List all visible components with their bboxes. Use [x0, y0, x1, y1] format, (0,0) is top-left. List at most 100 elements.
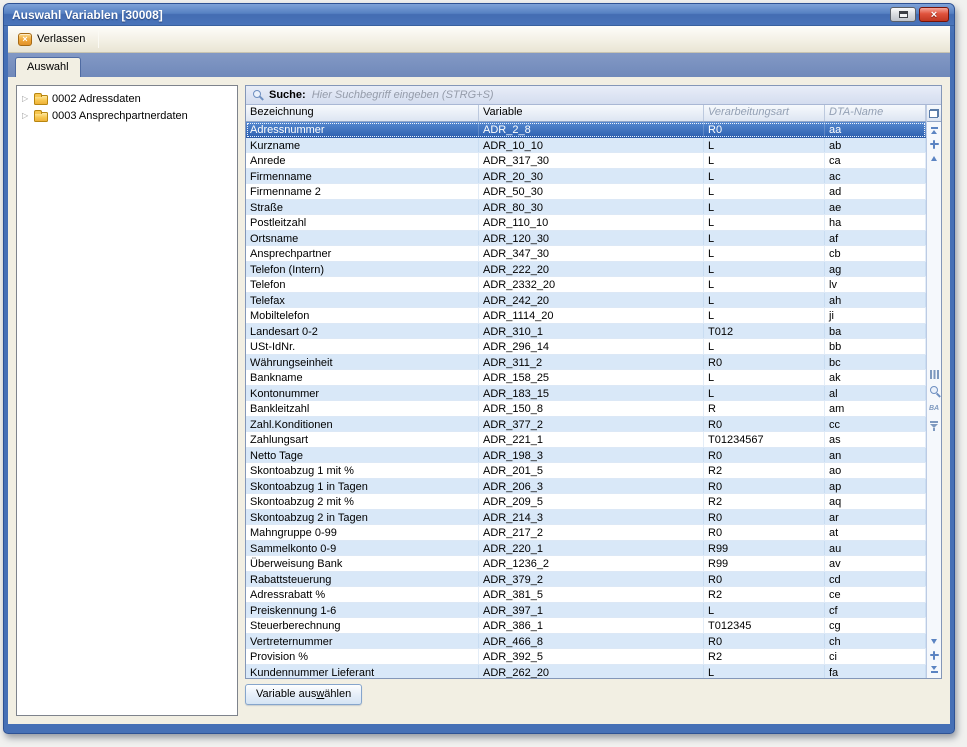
scroll-page-up-button[interactable]	[928, 138, 941, 150]
table-row[interactable]: AnsprechpartnerADR_347_30Lcb	[246, 246, 926, 262]
table-row[interactable]: KontonummerADR_183_15Lal	[246, 386, 926, 402]
table-row[interactable]: Zahl.KonditionenADR_377_2R0cc	[246, 417, 926, 433]
table-row[interactable]: Skontoabzug 1 in TagenADR_206_3R0ap	[246, 479, 926, 495]
table-row[interactable]: VertreternummerADR_466_8R0ch	[246, 634, 926, 650]
column-header-0[interactable]: Bezeichnung	[246, 105, 479, 121]
table-cell: Telefax	[246, 293, 479, 308]
filter-button[interactable]	[928, 419, 941, 432]
grid-main: BezeichnungVariableVerarbeitungsartDTA-N…	[246, 105, 941, 678]
table-cell: au	[825, 541, 926, 556]
title-bar[interactable]: Auswahl Variablen [30008] ×	[4, 4, 954, 26]
table-row[interactable]: TelefaxADR_242_20Lah	[246, 293, 926, 309]
table-cell: Skontoabzug 2 mit %	[246, 494, 479, 509]
table-row[interactable]: TelefonADR_2332_20Llv	[246, 277, 926, 293]
toolbar: × Verlassen	[8, 26, 950, 53]
expander-icon[interactable]: ▷	[22, 95, 30, 103]
variable-auswaehlen-button[interactable]: Variable auswählen	[245, 684, 362, 705]
column-header-2[interactable]: Verarbeitungsart	[704, 105, 825, 121]
table-row[interactable]: SteuerberechnungADR_386_1T012345cg	[246, 618, 926, 634]
table-cell: ag	[825, 262, 926, 277]
table-row[interactable]: Telefon (Intern)ADR_222_20Lag	[246, 262, 926, 278]
table-row[interactable]: Kundennummer LieferantADR_262_20Lfa	[246, 665, 926, 679]
table-cell: L	[704, 184, 825, 199]
table-cell: Ansprechpartner	[246, 246, 479, 261]
table-cell: L	[704, 293, 825, 308]
table-row[interactable]: Überweisung BankADR_1236_2R99av	[246, 556, 926, 572]
table-row[interactable]: RabattsteuerungADR_379_2R0cd	[246, 572, 926, 588]
table-cell: ADR_392_5	[479, 649, 704, 664]
table-row[interactable]: Skontoabzug 2 mit %ADR_209_5R2aq	[246, 494, 926, 510]
table-cell: ADR_311_2	[479, 355, 704, 370]
table-row[interactable]: Skontoabzug 1 mit %ADR_201_5R2ao	[246, 463, 926, 479]
scroll-first-row-button[interactable]	[928, 124, 941, 136]
tree-item-0[interactable]: ▷0002 Adressdaten	[17, 91, 237, 108]
table-row[interactable]: FirmennameADR_20_30Lac	[246, 169, 926, 185]
table-row[interactable]: Preiskennung 1-6ADR_397_1Lcf	[246, 603, 926, 619]
table-cell: ci	[825, 649, 926, 664]
table-row[interactable]: OrtsnameADR_120_30Laf	[246, 231, 926, 247]
scroll-down-button[interactable]	[928, 635, 941, 647]
table-row[interactable]: StraßeADR_80_30Lae	[246, 200, 926, 216]
table-row[interactable]: MobiltelefonADR_1114_20Lji	[246, 308, 926, 324]
scroll-down-icon	[931, 639, 937, 644]
table-row[interactable]: USt-IdNr.ADR_296_14Lbb	[246, 339, 926, 355]
table-cell: ADR_317_30	[479, 153, 704, 168]
exit-icon: ×	[18, 33, 32, 46]
expander-icon[interactable]: ▷	[22, 112, 30, 120]
folder-icon	[34, 95, 48, 105]
table-row[interactable]: AnredeADR_317_30Lca	[246, 153, 926, 169]
close-button[interactable]: ×	[919, 7, 949, 22]
grid-search-button[interactable]	[928, 385, 941, 398]
table-cell: Überweisung Bank	[246, 556, 479, 571]
table-row[interactable]: AdressnummerADR_2_8R0aa	[246, 122, 926, 138]
table-cell: Kontonummer	[246, 386, 479, 401]
table-cell: R	[704, 401, 825, 416]
table-row[interactable]: Sammelkonto 0-9ADR_220_1R99au	[246, 541, 926, 557]
table-row[interactable]: BankleitzahlADR_150_8Ram	[246, 401, 926, 417]
column-header-3[interactable]: DTA-Name	[825, 105, 926, 121]
tree-item-1[interactable]: ▷0003 Ansprechpartnerdaten	[17, 108, 237, 125]
table-cell: ADR_377_2	[479, 417, 704, 432]
table-cell: ADR_206_3	[479, 479, 704, 494]
table-cell: Skontoabzug 1 in Tagen	[246, 479, 479, 494]
scroll-last-row-button[interactable]	[928, 663, 941, 675]
table-row[interactable]: BanknameADR_158_25Lak	[246, 370, 926, 386]
grid-header-row: BezeichnungVariableVerarbeitungsartDTA-N…	[246, 105, 926, 122]
table-cell: L	[704, 370, 825, 385]
table-cell: ADR_466_8	[479, 634, 704, 649]
table-cell: cc	[825, 417, 926, 432]
table-row[interactable]: Landesart 0-2ADR_310_1T012ba	[246, 324, 926, 340]
column-header-1[interactable]: Variable	[479, 105, 704, 121]
scroll-up-button[interactable]	[928, 152, 941, 164]
table-cell: Firmenname 2	[246, 184, 479, 199]
table-row[interactable]: Skontoabzug 2 in TagenADR_214_3R0ar	[246, 510, 926, 526]
close-icon: ×	[931, 9, 937, 21]
fixed-columns-button[interactable]	[928, 368, 941, 381]
table-cell: R2	[704, 649, 825, 664]
table-row[interactable]: PostleitzahlADR_110_10Lha	[246, 215, 926, 231]
verlassen-button[interactable]: × Verlassen	[14, 31, 92, 48]
table-row[interactable]: Netto TageADR_198_3R0an	[246, 448, 926, 464]
table-cell: ADR_262_20	[479, 665, 704, 679]
table-cell: ADR_201_5	[479, 463, 704, 478]
table-cell: L	[704, 231, 825, 246]
table-cell: ADR_214_3	[479, 510, 704, 525]
table-cell: L	[704, 308, 825, 323]
tab-auswahl[interactable]: Auswahl	[15, 57, 81, 77]
table-row[interactable]: Provision %ADR_392_5R2ci	[246, 649, 926, 665]
search-input[interactable]: Suche: Hier Suchbegriff eingeben (STRG+S…	[246, 86, 941, 105]
table-row[interactable]: Firmenname 2ADR_50_30Lad	[246, 184, 926, 200]
table-row[interactable]: Adressrabatt %ADR_381_5R2ce	[246, 587, 926, 603]
bookmark-button[interactable]: BA	[928, 402, 941, 415]
column-chooser-button[interactable]	[927, 105, 941, 122]
table-cell: R0	[704, 510, 825, 525]
table-row[interactable]: Mahngruppe 0-99ADR_217_2R0at	[246, 525, 926, 541]
table-row[interactable]: ZahlungsartADR_221_1T01234567as	[246, 432, 926, 448]
table-cell: cb	[825, 246, 926, 261]
table-cell: Firmenname	[246, 169, 479, 184]
table-row[interactable]: KurznameADR_10_10Lab	[246, 138, 926, 154]
restore-button[interactable]	[890, 7, 916, 22]
scroll-page-down-button[interactable]	[928, 649, 941, 661]
table-row[interactable]: WährungseinheitADR_311_2R0bc	[246, 355, 926, 371]
table-cell: Skontoabzug 2 in Tagen	[246, 510, 479, 525]
